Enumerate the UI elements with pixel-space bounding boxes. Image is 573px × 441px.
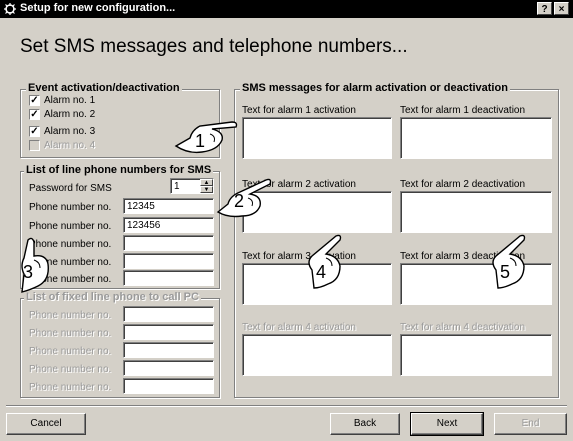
spin-up-icon[interactable]: ▲	[200, 179, 213, 186]
back-button[interactable]: Back	[330, 413, 400, 435]
sms-phone-1-input[interactable]: 12345	[123, 198, 214, 214]
callout-1-number: 1	[195, 131, 205, 151]
alarm-2-label: Alarm no. 2	[44, 109, 96, 120]
spinner-arrows[interactable]: ▲ ▼	[200, 179, 213, 193]
fixed-phone-list-group: List of fixed line phone to call PC Phon…	[20, 291, 220, 398]
fixed-phone-4-input[interactable]	[123, 360, 214, 376]
alarm-4-activation-label: Text for alarm 4 activation	[242, 322, 356, 333]
callout-5-hand-icon: 5	[492, 234, 526, 289]
spin-down-icon[interactable]: ▼	[200, 186, 213, 193]
alarm-4-label: Alarm no. 4	[44, 140, 96, 151]
close-button[interactable]: ×	[554, 2, 569, 15]
cancel-button[interactable]: Cancel	[6, 413, 86, 435]
app-icon	[4, 3, 16, 15]
callout-2-number: 2	[234, 191, 244, 211]
sms-phone-2-label: Phone number no.	[29, 221, 112, 232]
fixed-phone-3-label: Phone number no.	[29, 346, 112, 357]
alarm-4-check-box[interactable]	[29, 140, 40, 151]
event-activation-legend: Event activation/deactivation	[26, 82, 182, 94]
help-button[interactable]: ?	[537, 2, 552, 15]
sms-password-label: Password for SMS	[29, 183, 112, 194]
fixed-phone-3-input[interactable]	[123, 342, 214, 358]
sms-password-value: 1	[174, 181, 180, 192]
bottom-separator	[6, 405, 567, 407]
sms-phone-3-input[interactable]	[123, 235, 214, 251]
window-title: Setup for new configuration...	[20, 2, 176, 14]
alarm-3-label: Alarm no. 3	[44, 126, 96, 137]
fixed-phone-5-input[interactable]	[123, 378, 214, 394]
sms-phone-1-label: Phone number no.	[29, 202, 112, 213]
alarm-3-check-box[interactable]: ✓	[29, 126, 40, 137]
alarm-2-deactivation-textarea[interactable]	[400, 191, 552, 233]
alarm-4-deactivation-textarea[interactable]	[400, 334, 552, 376]
end-button[interactable]: End	[494, 413, 567, 435]
page-heading: Set SMS messages and telephone numbers..…	[20, 36, 408, 57]
alarm-2-check-box[interactable]: ✓	[29, 109, 40, 120]
sms-phone-5-input[interactable]	[123, 270, 214, 286]
alarm-4-activation-textarea[interactable]	[242, 334, 392, 376]
sms-phone-list-legend: List of line phone numbers for SMS	[24, 164, 214, 176]
callout-4-number: 4	[316, 262, 326, 282]
callout-1-hand-icon: 1	[174, 121, 238, 154]
callout-5-number: 5	[500, 262, 510, 282]
callout-3-number: 3	[23, 262, 33, 282]
fixed-phone-2-input[interactable]	[123, 324, 214, 340]
next-button[interactable]: Next	[410, 412, 484, 436]
alarm-1-check-box[interactable]: ✓	[29, 95, 40, 106]
fixed-phone-1-input[interactable]	[123, 306, 214, 322]
alarm-1-activation-textarea[interactable]	[242, 117, 392, 159]
sms-phone-2-input[interactable]: 123456	[123, 217, 214, 233]
callout-2-hand-icon: 2	[216, 178, 272, 218]
fixed-phone-2-label: Phone number no.	[29, 328, 112, 339]
fixed-phone-1-label: Phone number no.	[29, 310, 112, 321]
title-bar[interactable]: Setup for new configuration... ? ×	[0, 0, 573, 18]
sms-messages-legend: SMS messages for alarm activation or dea…	[240, 82, 510, 94]
alarm-1-deactivation-label: Text for alarm 1 deactivation	[400, 105, 526, 116]
alarm-4-deactivation-label: Text for alarm 4 deactivation	[400, 322, 526, 333]
sms-password-spinner[interactable]: 1 ▲ ▼	[170, 178, 214, 194]
alarm-1-activation-label: Text for alarm 1 activation	[242, 105, 356, 116]
callout-4-hand-icon: 4	[308, 234, 342, 289]
fixed-phone-5-label: Phone number no.	[29, 382, 112, 393]
alarm-1-label: Alarm no. 1	[44, 95, 96, 106]
alarm-2-deactivation-label: Text for alarm 2 deactivation	[400, 179, 526, 190]
callout-3-hand-icon: 3	[21, 237, 49, 293]
alarm-1-deactivation-textarea[interactable]	[400, 117, 552, 159]
sms-phone-4-input[interactable]	[123, 253, 214, 269]
fixed-phone-4-label: Phone number no.	[29, 364, 112, 375]
